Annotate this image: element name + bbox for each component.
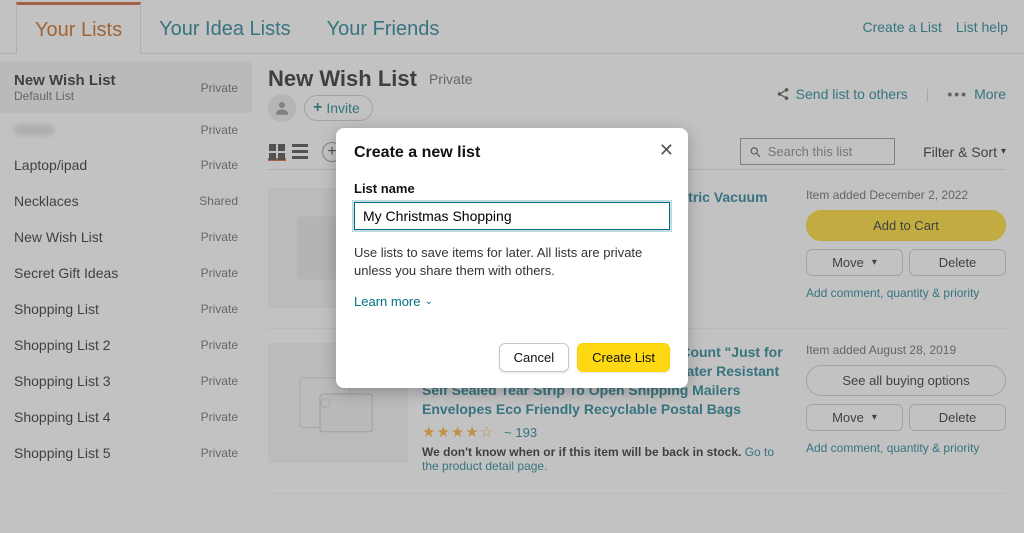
modal-title: Create a new list [354,144,670,162]
cancel-button[interactable]: Cancel [499,343,569,372]
create-list-modal: ✕ Create a new list List name Use lists … [336,128,688,388]
modal-hint: Use lists to save items for later. All l… [354,244,670,280]
learn-more-link[interactable]: Learn more ⌄ [354,294,670,309]
modal-overlay[interactable]: ✕ Create a new list List name Use lists … [0,0,1024,533]
list-name-label: List name [354,181,415,196]
chevron-down-icon: ⌄ [424,296,432,307]
close-icon[interactable]: ✕ [659,140,674,161]
create-list-button[interactable]: Create List [577,343,670,372]
list-name-input[interactable] [354,202,670,230]
